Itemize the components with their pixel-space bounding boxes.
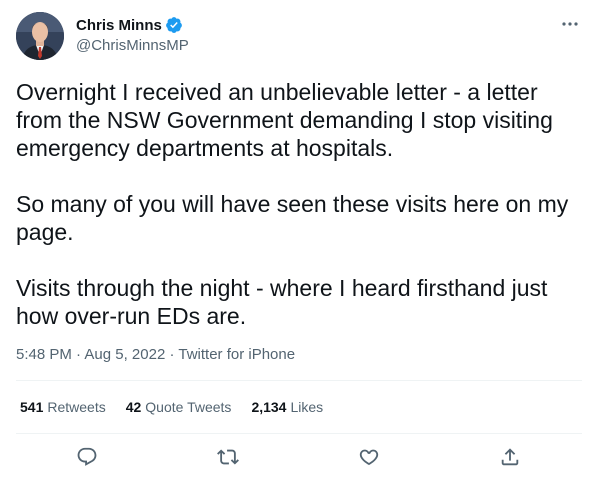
- quote-tweets-stat[interactable]: 42 Quote Tweets: [126, 399, 232, 415]
- quotes-count: 42: [125, 399, 142, 415]
- person-avatar-icon: [16, 12, 64, 60]
- retweets-label: Retweets: [47, 399, 106, 415]
- retweets-stat[interactable]: 541 Retweets: [20, 399, 106, 415]
- divider: [16, 380, 582, 381]
- author-name-row: Chris Minns: [76, 15, 183, 35]
- tweet-paragraph: So many of you will have seen these visi…: [16, 191, 569, 245]
- retweets-count: 541: [20, 399, 44, 415]
- likes-stat[interactable]: 2,134 Likes: [251, 399, 323, 415]
- tweet-time[interactable]: 5:48 PM: [16, 346, 72, 363]
- likes-label: Likes: [290, 399, 324, 415]
- tweet-paragraph: Visits through the night - where I heard…: [16, 275, 548, 329]
- meta-separator: ·: [71, 346, 85, 363]
- tweet-source[interactable]: Twitter for iPhone: [178, 346, 295, 363]
- retweet-icon[interactable]: [217, 446, 241, 470]
- tweet-date[interactable]: Aug 5, 2022: [84, 346, 165, 363]
- quotes-label: Quote Tweets: [145, 399, 232, 415]
- tweet-card: Chris Minns @ChrisMinnsMP Overnight I re…: [0, 0, 598, 482]
- like-icon[interactable]: [358, 446, 382, 470]
- tweet-paragraph: Overnight I received an unbelievable let…: [16, 79, 553, 161]
- tweet-actions: [16, 434, 582, 480]
- tweet-stats: 541 Retweets 42 Quote Tweets 2,134 Likes: [20, 399, 343, 415]
- avatar[interactable]: [16, 12, 64, 60]
- tweet-meta: 5:48 PM · Aug 5, 2022 · Twitter for iPho…: [16, 346, 295, 363]
- more-options-icon[interactable]: [560, 14, 580, 34]
- reply-icon[interactable]: [76, 446, 100, 470]
- tweet-text: Overnight I received an unbelievable let…: [16, 78, 582, 330]
- author-handle[interactable]: @ChrisMinnsMP: [76, 37, 189, 54]
- author-display-name[interactable]: Chris Minns: [76, 17, 162, 34]
- verified-badge-icon: [165, 17, 182, 33]
- meta-separator: ·: [165, 346, 179, 363]
- share-icon[interactable]: [499, 446, 523, 470]
- likes-count: 2,134: [251, 399, 287, 415]
